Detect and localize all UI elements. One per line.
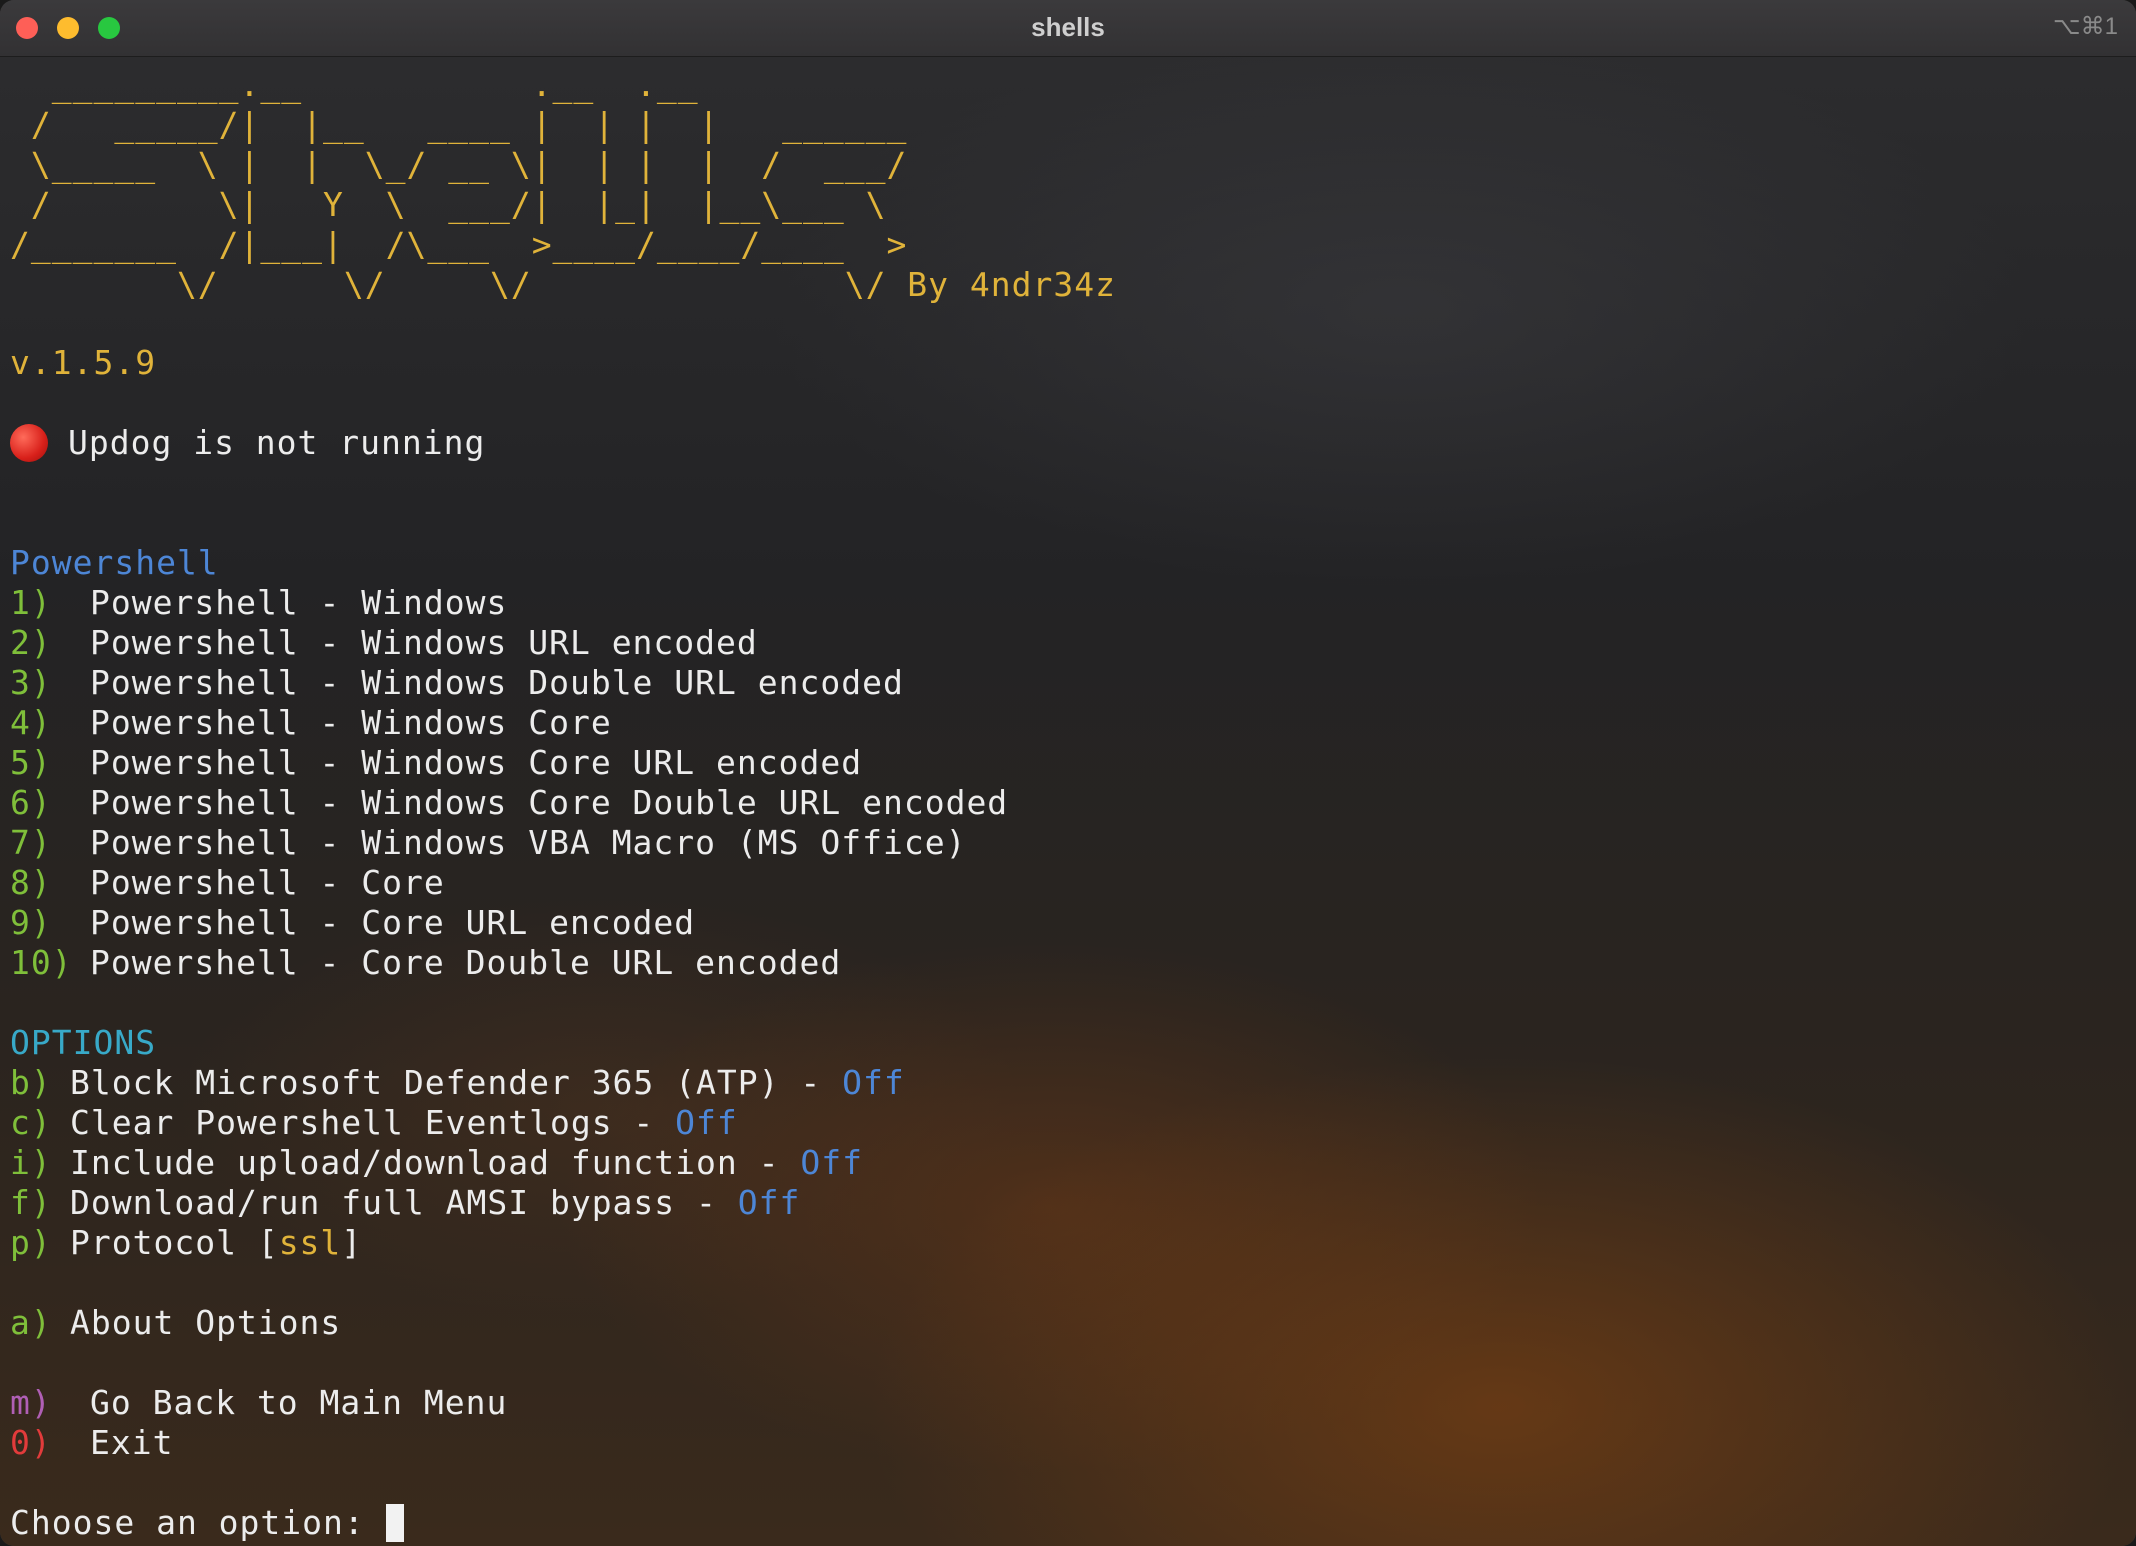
updog-status-text: Updog is not running xyxy=(68,423,486,462)
menu-item-label: Powershell - Core xyxy=(90,863,445,902)
banner-line: \_____ \ | | \_/ __ \| | | | / ___/ xyxy=(10,145,908,184)
menu-item-key: m) xyxy=(10,1383,52,1422)
option-label: Block Microsoft Defender 365 (ATP) - xyxy=(70,1063,843,1102)
menu-item[interactable]: 3) Powershell - Windows Double URL encode… xyxy=(10,663,904,703)
option-value: Off xyxy=(800,1143,863,1182)
banner-line: / \| Y \ ___/| |_| |__\___ \ xyxy=(10,185,887,224)
option-key: a) xyxy=(10,1303,52,1342)
menu-item-key: 3) xyxy=(10,663,52,702)
option-value: Off xyxy=(842,1063,905,1102)
menu-item-key: 9) xyxy=(10,903,52,942)
option-item[interactable]: f) Download/run full AMSI bypass - Off xyxy=(10,1183,800,1223)
menu-item[interactable]: 10) Powershell - Core Double URL encoded xyxy=(10,943,841,983)
menu-item-key: 8) xyxy=(10,863,52,902)
option-key: b) xyxy=(10,1063,52,1102)
menu-item-label: Powershell - Windows URL encoded xyxy=(90,623,758,662)
options-heading: OPTIONS xyxy=(10,1023,157,1062)
option-key: c) xyxy=(10,1103,52,1142)
red-circle-icon xyxy=(10,424,48,462)
option-item[interactable]: c) Clear Powershell Eventlogs - Off xyxy=(10,1103,738,1143)
menu-item[interactable]: 7) Powershell - Windows VBA Macro (MS Off… xyxy=(10,823,966,863)
menu-item-key: 2) xyxy=(10,623,52,662)
banner-line: /_______ /|___| /\___ >____/____/____ > xyxy=(10,225,908,264)
option-label: Include upload/download function - xyxy=(70,1143,801,1182)
menu-item-key: 5) xyxy=(10,743,52,782)
prompt-text: Choose an option: xyxy=(10,1503,386,1542)
option-value: Off xyxy=(675,1103,738,1142)
banner-line: _________.__ .__ .__ xyxy=(10,65,699,104)
option-key: i) xyxy=(10,1143,52,1182)
menu-item-label: Powershell - Windows Double URL encoded xyxy=(90,663,904,702)
menu-item-label: Go Back to Main Menu xyxy=(90,1383,508,1422)
updog-status: Updog is not running xyxy=(10,423,485,463)
menu-item[interactable]: 4) Powershell - Windows Core xyxy=(10,703,612,743)
option-label: Clear Powershell Eventlogs - xyxy=(70,1103,676,1142)
menu-item-label: Powershell - Windows Core xyxy=(90,703,612,742)
window-title: shells xyxy=(1031,12,1105,42)
text-cursor[interactable] xyxy=(385,1504,404,1542)
menu-item-label: Powershell - Windows Core URL encoded xyxy=(90,743,863,782)
main-menu-item[interactable]: m) Go Back to Main Menu xyxy=(10,1383,507,1423)
menu-item[interactable]: 8) Powershell - Core xyxy=(10,863,445,903)
option-key: f) xyxy=(10,1183,52,1222)
menu-item-key: 7) xyxy=(10,823,52,862)
title-bar[interactable]: shells ⌥⌘1 xyxy=(0,0,2136,57)
option-suffix: ] xyxy=(341,1223,363,1262)
banner-line: / _____/| |__ ____ | | | | ______ xyxy=(10,105,908,144)
option-item[interactable]: p) Protocol [ssl] xyxy=(10,1223,362,1263)
menu-item-key: 10) xyxy=(10,943,73,982)
option-key: p) xyxy=(10,1223,52,1262)
option-value: Off xyxy=(737,1183,801,1222)
exit-item[interactable]: 0) Exit xyxy=(10,1423,173,1463)
about-options-item[interactable]: a) About Options xyxy=(10,1303,341,1343)
option-item[interactable]: b) Block Microsoft Defender 365 (ATP) - O… xyxy=(10,1063,905,1103)
terminal-content[interactable]: _________.__ .__ .__ / _____/| |__ ____ … xyxy=(0,57,2136,1546)
powershell-heading: Powershell xyxy=(10,543,219,582)
menu-item-label: Powershell - Core URL encoded xyxy=(90,903,696,942)
banner-line: \/ \/ \/ \/ By 4ndr34z xyxy=(10,265,1116,304)
menu-item-key: 1) xyxy=(10,583,52,622)
prompt-line[interactable]: Choose an option: xyxy=(10,1503,404,1543)
menu-item[interactable]: 2) Powershell - Windows URL encoded xyxy=(10,623,758,663)
menu-item[interactable]: 1) Powershell - Windows xyxy=(10,583,507,623)
option-value: ssl xyxy=(278,1223,342,1262)
option-label: Protocol [ xyxy=(70,1223,279,1262)
option-label: Download/run full AMSI bypass - xyxy=(70,1183,738,1222)
menu-item-key: 6) xyxy=(10,783,52,822)
window-shortcut-hint: ⌥⌘1 xyxy=(2052,13,2118,40)
menu-item-label: Powershell - Core Double URL encoded xyxy=(90,943,842,982)
menu-item-label: Exit xyxy=(90,1423,174,1462)
menu-item-key: 0) xyxy=(10,1423,52,1462)
version-label: v.1.5.9 xyxy=(10,343,157,382)
menu-item-label: Powershell - Windows VBA Macro (MS Offic… xyxy=(90,823,967,862)
menu-item[interactable]: 9) Powershell - Core URL encoded xyxy=(10,903,695,943)
option-item[interactable]: i) Include upload/download function - Off xyxy=(10,1143,863,1183)
menu-item-label: Powershell - Windows xyxy=(90,583,508,622)
option-label: About Options xyxy=(70,1303,342,1342)
menu-item-label: Powershell - Windows Core Double URL enc… xyxy=(90,783,1009,822)
terminal-window: shells ⌥⌘1 _________.__ .__ .__ / _____/… xyxy=(0,0,2136,1546)
menu-item-key: 4) xyxy=(10,703,52,742)
menu-item[interactable]: 5) Powershell - Windows Core URL encoded xyxy=(10,743,862,783)
menu-item[interactable]: 6) Powershell - Windows Core Double URL e… xyxy=(10,783,1008,823)
